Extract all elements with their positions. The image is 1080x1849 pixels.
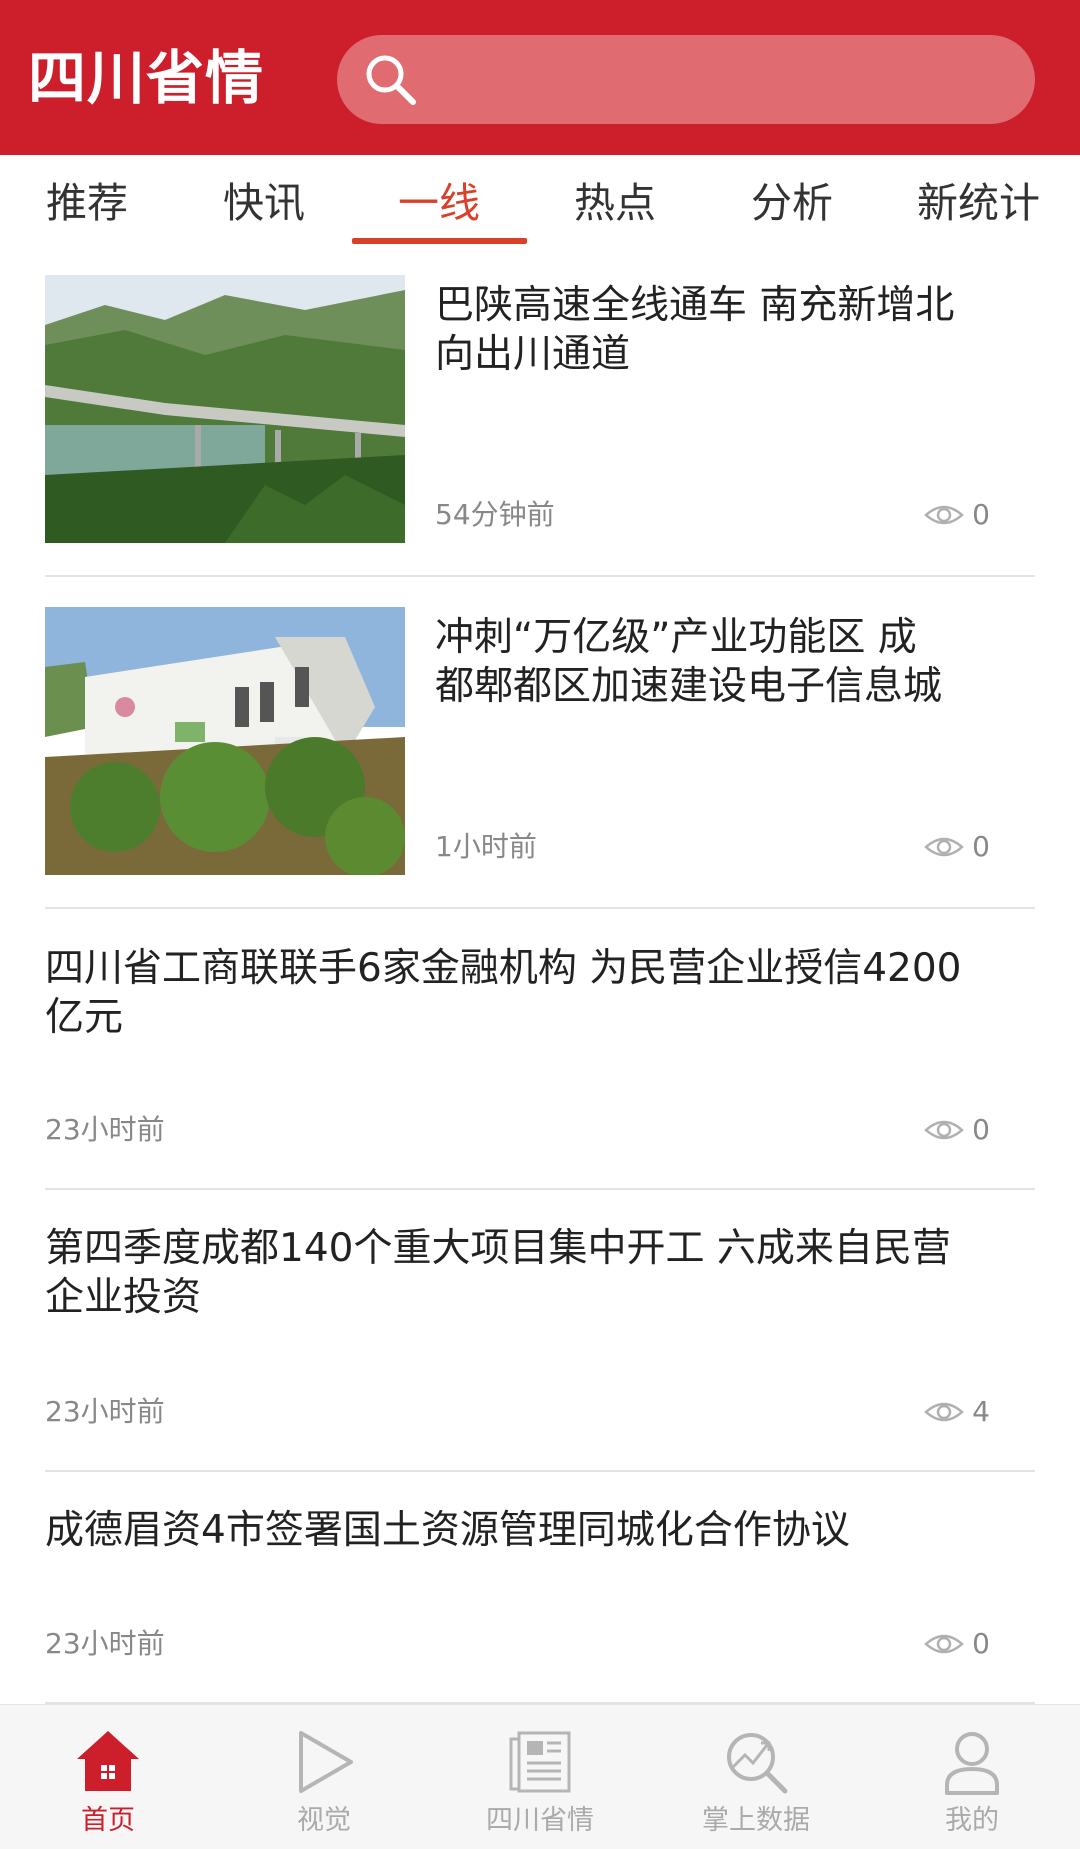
- view-count: 0: [972, 1627, 990, 1660]
- newspaper-icon: [509, 1731, 571, 1793]
- tab-hot[interactable]: 热点: [574, 173, 656, 233]
- nav-sichuan-info[interactable]: 四川省情: [432, 1705, 648, 1849]
- article-views: 4: [924, 1394, 990, 1430]
- eye-icon: [924, 505, 965, 525]
- user-icon: [945, 1732, 999, 1795]
- article-time: 54分钟前: [435, 498, 555, 531]
- active-tab-indicator: [352, 238, 527, 244]
- article-item[interactable]: 第四季度成都140个重大项目集中开工 六成来自民营企业投资 23小时前 4: [45, 1220, 1035, 1472]
- article-time: 23小时前: [45, 1627, 165, 1660]
- nav-label: 视觉: [297, 1805, 351, 1836]
- article-time: 23小时前: [45, 1395, 165, 1428]
- article-item[interactable]: 成德眉资4市签署国土资源管理同城化合作协议 23小时前 0: [45, 1502, 1035, 1704]
- article-item[interactable]: 巴陕高速全线通车 南充新增北向出川通道 54分钟前 0: [45, 275, 1035, 577]
- tab-new-statistics[interactable]: 新统计: [917, 173, 1040, 233]
- search-bar[interactable]: [337, 35, 1035, 124]
- nav-label: 掌上数据: [702, 1805, 810, 1836]
- nav-label: 四川省情: [486, 1805, 594, 1836]
- eye-icon: [924, 1120, 965, 1140]
- app-logo[interactable]: 四川省情: [28, 42, 264, 114]
- category-tabs: 推荐 快讯 一线 热点 分析 新统计: [0, 155, 1080, 247]
- search-icon: [366, 55, 416, 105]
- nav-visual[interactable]: 视觉: [216, 1705, 432, 1849]
- nav-profile[interactable]: 我的: [864, 1705, 1080, 1849]
- article-title[interactable]: 冲刺“万亿级”产业功能区 成都郫都区加速建设电子信息城: [435, 613, 955, 711]
- bottom-navigation: 首页 视觉 四川省情 掌上数据 我的: [0, 1704, 1080, 1849]
- view-count: 0: [972, 498, 990, 531]
- view-count: 0: [972, 1113, 990, 1146]
- tab-analysis[interactable]: 分析: [751, 173, 833, 233]
- nav-home[interactable]: 首页: [0, 1705, 216, 1849]
- article-views: 0: [924, 497, 990, 533]
- article-title[interactable]: 巴陕高速全线通车 南充新增北向出川通道: [435, 281, 955, 379]
- tab-flash-news[interactable]: 快讯: [223, 173, 305, 233]
- highway-photo: [45, 275, 405, 543]
- article-title[interactable]: 成德眉资4市签署国土资源管理同城化合作协议: [45, 1506, 975, 1555]
- article-views: 0: [924, 829, 990, 865]
- article-thumbnail: [45, 275, 405, 543]
- eye-icon: [924, 837, 965, 857]
- article-item[interactable]: 四川省工商联联手6家金融机构 为民营企业授信4200亿元 23小时前 0: [45, 940, 1035, 1190]
- article-views: 0: [924, 1112, 990, 1148]
- article-title[interactable]: 四川省工商联联手6家金融机构 为民营企业授信4200亿元: [45, 944, 975, 1042]
- nav-label: 我的: [945, 1805, 999, 1836]
- article-views: 0: [924, 1626, 990, 1662]
- nav-label: 首页: [81, 1805, 135, 1836]
- eye-icon: [924, 1634, 965, 1654]
- article-thumbnail: [45, 607, 405, 875]
- article-time: 23小时前: [45, 1113, 165, 1146]
- view-count: 0: [972, 830, 990, 863]
- tab-frontline[interactable]: 一线: [398, 173, 480, 233]
- building-photo: [45, 607, 405, 875]
- article-title[interactable]: 第四季度成都140个重大项目集中开工 六成来自民营企业投资: [45, 1224, 975, 1322]
- eye-icon: [924, 1402, 965, 1422]
- view-count: 4: [972, 1395, 990, 1428]
- app-header: 四川省情: [0, 0, 1080, 155]
- home-icon: [77, 1731, 139, 1791]
- tab-recommend[interactable]: 推荐: [46, 173, 128, 233]
- article-item[interactable]: 冲刺“万亿级”产业功能区 成都郫都区加速建设电子信息城 1小时前 0: [45, 607, 1035, 909]
- play-icon: [299, 1731, 353, 1793]
- nav-pocket-data[interactable]: 掌上数据: [648, 1705, 864, 1849]
- article-time: 1小时前: [435, 830, 537, 863]
- chart-search-icon: [727, 1733, 788, 1794]
